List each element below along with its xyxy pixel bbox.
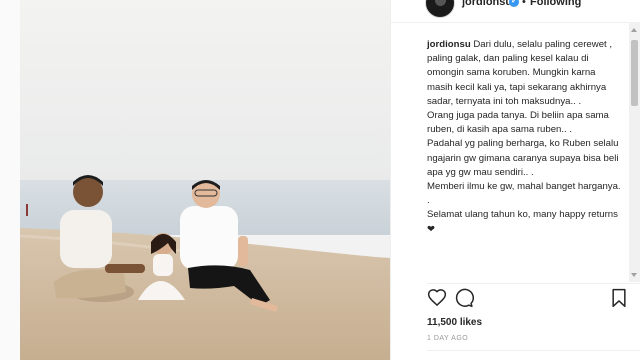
- verified-badge-icon: ✔: [509, 0, 519, 7]
- scroll-up-arrow-icon[interactable]: [631, 28, 637, 32]
- following-button[interactable]: Following: [530, 0, 581, 8]
- beach-family-photo: [20, 0, 390, 360]
- bookmark-icon[interactable]: [609, 288, 629, 308]
- caption: jordionsu Dari dulu, selalu paling cerew…: [427, 38, 623, 237]
- likes-count[interactable]: 11,500 likes: [427, 317, 482, 328]
- heart-outline-icon[interactable]: [427, 288, 447, 308]
- comments-area[interactable]: jordionsu Dari dulu, selalu paling cerew…: [391, 22, 629, 282]
- actions-divider: [427, 283, 640, 284]
- caption-line: Orang juga pada tanya. Di beliin apa sam…: [427, 110, 609, 136]
- speech-bubble-icon[interactable]: [454, 288, 474, 308]
- action-bar: [391, 288, 640, 318]
- avatar[interactable]: [425, 0, 455, 18]
- page-margin: [0, 0, 20, 360]
- caption-username[interactable]: jordionsu: [427, 39, 471, 50]
- post-photo[interactable]: [20, 0, 390, 360]
- scrollbar-thumb[interactable]: [631, 40, 638, 106]
- comments-scrollbar[interactable]: [629, 22, 640, 282]
- post-timestamp[interactable]: 1 DAY AGO: [427, 335, 468, 342]
- scroll-down-arrow-icon[interactable]: [631, 273, 637, 277]
- header-separator: •: [522, 0, 526, 8]
- post-header: jordionsu ✔ • Following: [391, 0, 640, 23]
- caption-line: .: [427, 195, 430, 207]
- post-sidebar: jordionsu ✔ • Following jordionsu Dari d…: [390, 0, 640, 360]
- caption-line: Memberi ilmu ke gw, mahal banget hargany…: [427, 181, 621, 193]
- caption-line: Selamat ulang tahun ko, many happy retur…: [427, 209, 618, 235]
- bottom-divider: [427, 350, 640, 351]
- caption-line: Padahal yg paling berharga, ko Ruben sel…: [427, 138, 619, 178]
- header-username[interactable]: jordionsu: [462, 0, 512, 8]
